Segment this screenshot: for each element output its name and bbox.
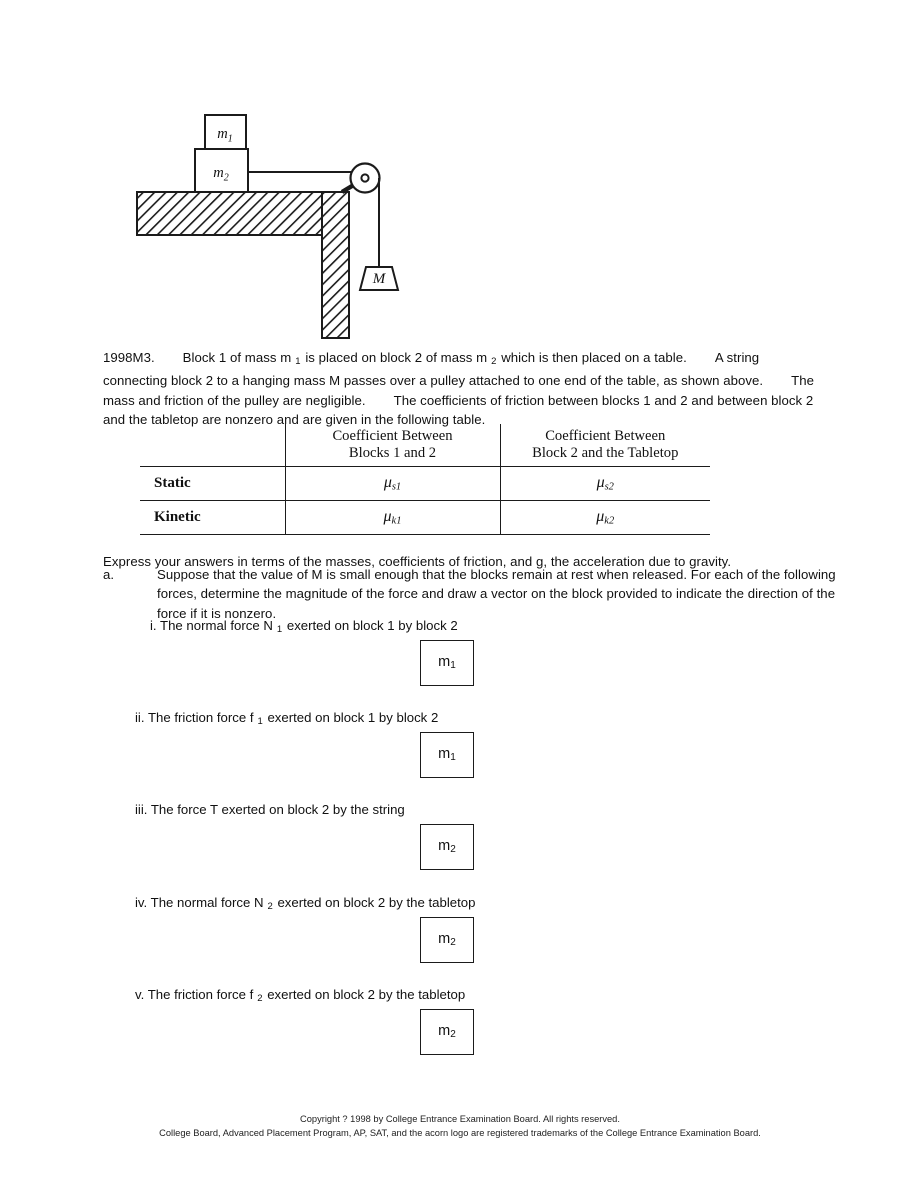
part-a-label: a. [103,567,115,582]
coefficients-table-grid: Coefficient Between Blocks 1 and 2 Coeff… [140,424,710,535]
item-ii-prefix: ii. The friction force f [135,710,254,725]
tabletop-shape [136,191,350,236]
item-ii-sub: 1 [257,716,263,728]
problem-intro-paragraph: 1998M3. Block 1 of mass m1 is placed on b… [103,348,825,430]
answer-box-v-label: m2 [438,1023,456,1040]
table-cell-kinetic-tabletop: μk2 [499,501,710,535]
item-iii-prefix: iii. The force T exerted on block 2 by t… [135,802,405,817]
table-header-col1: Coefficient Between Blocks 1 and 2 [284,424,500,467]
item-v-prefix: v. The friction force f [135,987,254,1002]
answer-box-iv[interactable]: m2 [420,917,474,963]
answer-box-ii[interactable]: m1 [420,732,474,778]
table-rule-cell [140,534,285,535]
item-iv-suffix: exerted on block 2 by the tabletop [277,895,476,910]
table-header-col1-line1: Coefficient Between [332,428,453,444]
part-a-block: a. Suppose that the value of M is small … [103,565,843,623]
part-a-text: Suppose that the value of M is small eno… [157,567,836,621]
table-header-corner [140,424,285,467]
table-row: Kinetic μk1 μk2 [140,501,710,535]
item-v-suffix: exerted on block 2 by the tabletop [267,987,466,1002]
item-ii-text: ii. The friction force f1 exerted on blo… [135,708,438,731]
table-row-label-static: Static [154,475,191,491]
intro-sentence-1a: Block 1 of mass m [182,350,292,365]
mu-symbol: μ [596,474,605,492]
table-row-label-kinetic: Kinetic [154,509,201,525]
answer-box-iv-label: m2 [438,931,456,948]
item-v-sub: 2 [257,993,263,1005]
hanging-mass-label: M [372,271,387,287]
answer-box-i-label: m1 [438,654,456,671]
hanging-mass-M: M [358,266,400,291]
mu-subscript: s2 [604,481,614,493]
answer-box-v[interactable]: m2 [420,1009,474,1055]
pulley-table-diagram: M m2 m1 [110,100,410,345]
block-1-shape: m1 [204,114,247,150]
footer-trademark-line: College Board, Advanced Placement Progra… [159,1128,761,1138]
table-rule-cell [285,534,500,535]
intro-sub-1: 1 [295,356,301,368]
table-cell-kinetic-blocks12: μk1 [284,501,500,535]
item-iii-text: iii. The force T exerted on block 2 by t… [135,800,405,819]
answer-box-iii[interactable]: m2 [420,824,474,870]
item-iv-text: iv. The normal force N2 exerted on block… [135,893,475,916]
table-row: Static μs1 μs2 [140,467,710,501]
item-i-sub: 1 [276,624,283,636]
mu-subscript: k1 [391,515,402,527]
table-cell-static-blocks12: μs1 [284,467,500,501]
block-2-shape: m2 [194,148,249,193]
item-i-suffix: exerted on block 1 by block 2 [286,618,458,633]
table-header-col2-line2: Block 2 and the Tabletop [532,445,679,461]
mu-subscript: s1 [391,481,402,493]
pulley-wheel [349,162,381,194]
item-i-prefix: i. The normal force N [150,618,273,633]
intro-sentence-1c: which is then placed on a table. [501,350,687,365]
mu-subscript: k2 [604,515,615,527]
table-rule [140,534,710,535]
footer-copyright-line: Copyright ? 1998 by College Entrance Exa… [300,1114,620,1124]
item-iv-sub: 2 [267,901,273,913]
table-cell-static-tabletop: μs2 [499,467,710,501]
coefficients-table: Coefficient Between Blocks 1 and 2 Coeff… [140,424,710,535]
item-iv-prefix: iv. The normal force N [135,895,264,910]
answer-box-ii-label: m1 [438,746,456,763]
intro-sub-2: 2 [491,356,497,368]
table-header-col2-line1: Coefficient Between [545,428,666,444]
mu-symbol: μ [383,474,392,492]
table-header-row: Coefficient Between Blocks 1 and 2 Coeff… [140,424,710,467]
diagram-svg: M m2 m1 [136,114,400,339]
table-header-col1-line2: Blocks 1 and 2 [348,445,437,461]
answer-box-i[interactable]: m1 [420,640,474,686]
intro-sentence-1b: is placed on block 2 of mass m [305,350,488,365]
item-i-text: i. The normal force N1 exerted on block … [150,616,458,639]
table-rule-cell [500,534,710,535]
item-v-text: v. The friction force f2 exerted on bloc… [135,985,465,1008]
table-header-col2: Coefficient Between Block 2 and the Tabl… [499,424,710,467]
table-leg-shape [321,191,350,339]
mu-symbol: μ [383,508,392,526]
answer-box-iii-label: m2 [438,838,456,855]
problem-id: 1998M3. [103,350,155,365]
document-page: M m2 m1 1998M3. Block 1 of mass m1 is pla… [0,0,920,1192]
item-ii-suffix: exerted on block 1 by block 2 [267,710,439,725]
